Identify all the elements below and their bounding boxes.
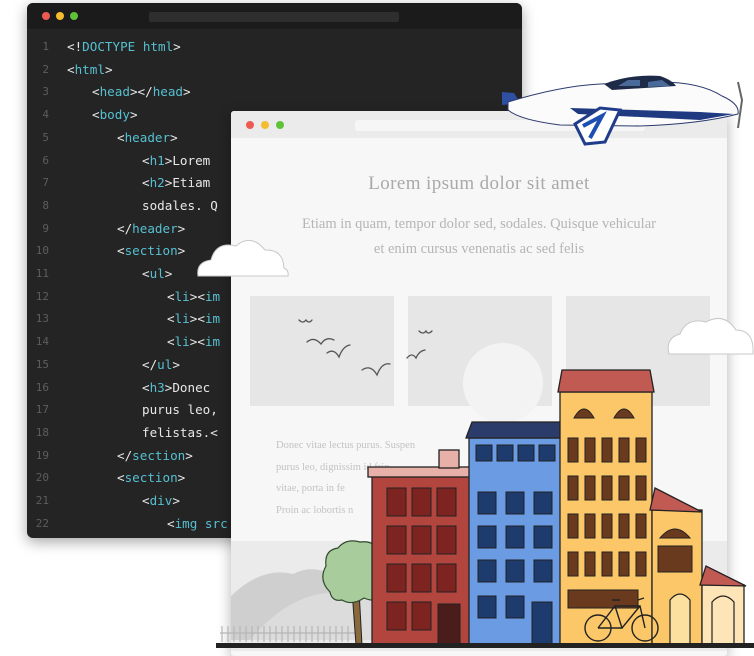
cloud-icon bbox=[667, 317, 754, 355]
sun-icon bbox=[463, 343, 543, 423]
red-building bbox=[367, 449, 475, 646]
city-illustration bbox=[197, 75, 754, 651]
airplane-icon bbox=[502, 75, 744, 146]
cloud-icon bbox=[197, 239, 289, 277]
yellow-building bbox=[557, 369, 747, 646]
bird-icon bbox=[406, 349, 426, 360]
bird-icon bbox=[298, 318, 433, 377]
blue-building bbox=[465, 421, 566, 646]
ground-line bbox=[216, 643, 754, 648]
